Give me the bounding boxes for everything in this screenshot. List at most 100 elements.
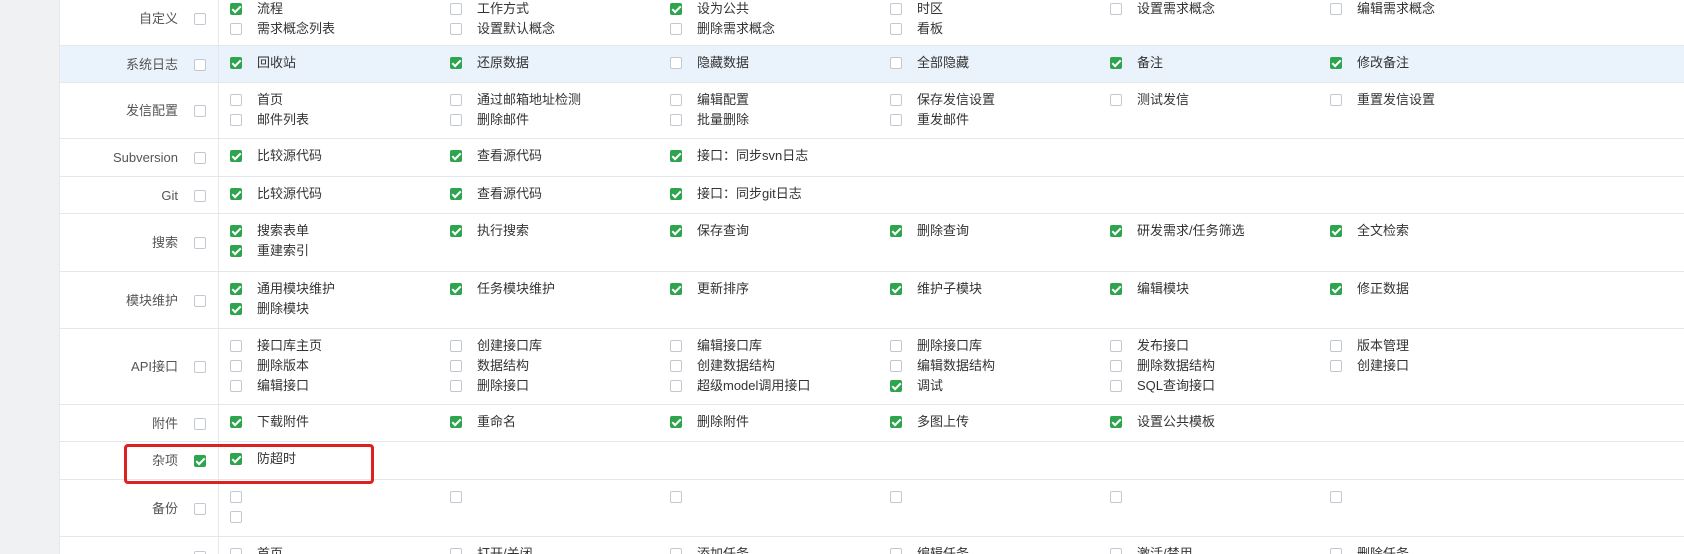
permission-checkbox[interactable] (1110, 283, 1122, 295)
permission-checkbox[interactable] (890, 94, 902, 106)
permission-checkbox[interactable] (230, 245, 242, 257)
permission-checkbox[interactable] (1110, 225, 1122, 237)
group-select-all-checkbox[interactable] (194, 237, 206, 249)
permission-checkbox[interactable] (890, 491, 902, 503)
permission-checkbox[interactable] (1110, 360, 1122, 372)
permission-checkbox[interactable] (1110, 380, 1122, 392)
permission-label: 删除版本 (257, 358, 310, 373)
permission-checkbox[interactable] (890, 23, 902, 35)
permission-checkbox[interactable] (670, 23, 682, 35)
permission-label: 比较源代码 (257, 186, 323, 201)
permission-checkbox[interactable] (450, 416, 462, 428)
permission-checkbox[interactable] (230, 548, 242, 554)
permission-checkbox[interactable] (450, 114, 462, 126)
permission-checkbox[interactable] (670, 360, 682, 372)
group-select-all-checkbox[interactable] (194, 294, 206, 307)
group-label: 备份 (151, 500, 178, 516)
permission-checkbox[interactable] (230, 283, 242, 295)
group-select-all-checkbox[interactable] (194, 58, 206, 71)
permission-checkbox[interactable] (670, 225, 682, 237)
permission-checkbox[interactable] (890, 548, 902, 554)
permission-checkbox[interactable] (230, 57, 242, 69)
permission-checkbox[interactable] (230, 114, 242, 126)
permission-checkbox[interactable] (1110, 57, 1122, 69)
permission-checkbox[interactable] (1330, 340, 1342, 352)
permission-checkbox[interactable] (230, 416, 242, 428)
permission-checkbox[interactable] (230, 303, 242, 315)
permission-checkbox[interactable] (670, 416, 682, 428)
group-select-all-checkbox[interactable] (194, 105, 206, 117)
permission-checkbox[interactable] (230, 380, 242, 392)
permission-label: 首页 (257, 546, 284, 554)
permission-checkbox[interactable] (230, 453, 242, 465)
permission-checkbox[interactable] (230, 188, 242, 200)
permission-checkbox[interactable] (230, 360, 242, 372)
permission-checkbox[interactable] (450, 283, 462, 295)
permission-checkbox[interactable] (890, 57, 902, 69)
group-select-all-checkbox[interactable] (194, 502, 206, 515)
permission-checkbox[interactable] (1110, 3, 1122, 15)
permission-checkbox[interactable] (230, 491, 242, 503)
permission-checkbox[interactable] (890, 225, 902, 237)
permission-checkbox[interactable] (670, 150, 682, 162)
permission-checkbox[interactable] (1330, 360, 1342, 372)
permission-checkbox[interactable] (1330, 3, 1342, 15)
group-select-all-checkbox[interactable] (194, 152, 206, 164)
permission-checkbox[interactable] (450, 360, 462, 372)
permission-checkbox[interactable] (1330, 57, 1342, 69)
permission-checkbox[interactable] (670, 491, 682, 503)
permission-checkbox[interactable] (1110, 491, 1122, 503)
group-label: 自定义 (138, 11, 178, 26)
permission-checkbox[interactable] (670, 94, 682, 106)
permission-checkbox[interactable] (670, 114, 682, 126)
permission-checkbox[interactable] (670, 188, 682, 200)
permission-checkbox[interactable] (890, 114, 902, 126)
permission-checkbox[interactable] (670, 548, 682, 554)
permission-checkbox[interactable] (230, 340, 242, 352)
permission-checkbox[interactable] (450, 225, 462, 237)
group-label: 杂项 (151, 453, 178, 468)
permission-checkbox[interactable] (450, 150, 462, 162)
permission-checkbox[interactable] (450, 94, 462, 106)
permission-checkbox[interactable] (890, 3, 902, 15)
permission-checkbox[interactable] (230, 511, 242, 523)
permission-checkbox[interactable] (890, 360, 902, 372)
permission-checkbox[interactable] (670, 340, 682, 352)
permission-checkbox[interactable] (1330, 283, 1342, 295)
permission-checkbox[interactable] (230, 150, 242, 162)
permission-checkbox[interactable] (1330, 225, 1342, 237)
permission-label: 还原数据 (477, 55, 530, 70)
permission-checkbox[interactable] (890, 340, 902, 352)
permission-checkbox[interactable] (1110, 416, 1122, 428)
permission-checkbox[interactable] (670, 57, 682, 69)
permission-checkbox[interactable] (450, 340, 462, 352)
permission-checkbox[interactable] (450, 380, 462, 392)
permission-checkbox[interactable] (230, 3, 242, 15)
permission-checkbox[interactable] (230, 225, 242, 237)
permission-checkbox[interactable] (670, 380, 682, 392)
permission-checkbox[interactable] (670, 283, 682, 295)
group-select-all-checkbox[interactable] (194, 417, 206, 430)
group-select-all-checkbox[interactable] (194, 361, 206, 373)
permission-checkbox[interactable] (890, 380, 902, 392)
permission-checkbox[interactable] (450, 188, 462, 200)
permission-checkbox[interactable] (1110, 94, 1122, 106)
permission-checkbox[interactable] (890, 283, 902, 295)
permission-checkbox[interactable] (670, 3, 682, 15)
group-select-all-checkbox[interactable] (194, 455, 206, 467)
group-select-all-checkbox[interactable] (194, 13, 206, 25)
permission-checkbox[interactable] (1330, 491, 1342, 503)
permission-checkbox[interactable] (1110, 340, 1122, 352)
permission-checkbox[interactable] (230, 94, 242, 106)
permission-checkbox[interactable] (450, 3, 462, 15)
permission-checkbox[interactable] (890, 416, 902, 428)
group-select-all-checkbox[interactable] (194, 189, 206, 202)
permission-checkbox[interactable] (1330, 94, 1342, 106)
permission-checkbox[interactable] (1110, 548, 1122, 554)
permission-checkbox[interactable] (450, 57, 462, 69)
permission-checkbox[interactable] (230, 23, 242, 35)
permission-checkbox[interactable] (1330, 548, 1342, 554)
permission-checkbox[interactable] (450, 23, 462, 35)
permission-checkbox[interactable] (450, 491, 462, 503)
permission-checkbox[interactable] (450, 548, 462, 554)
